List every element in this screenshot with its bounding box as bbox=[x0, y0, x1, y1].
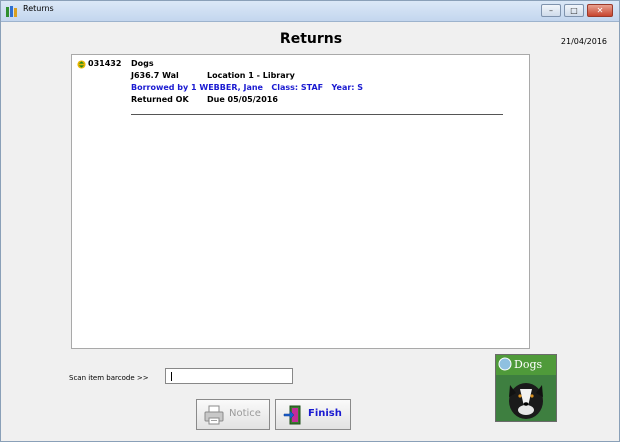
minimize-button[interactable]: – bbox=[541, 4, 561, 17]
item-title: Dogs bbox=[131, 59, 154, 68]
item-borrower: Borrowed by 1 WEBBER, Jane bbox=[131, 83, 263, 92]
maximize-button[interactable]: □ bbox=[564, 4, 584, 17]
item-divider bbox=[131, 114, 503, 115]
returns-list-panel[interactable]: 031432 Dogs J636.7 Wal Location 1 - Libra… bbox=[71, 54, 530, 349]
item-barcode: 031432 bbox=[88, 59, 122, 68]
notice-button[interactable]: Notice bbox=[196, 399, 270, 430]
minimize-icon: – bbox=[549, 6, 553, 15]
books-icon bbox=[6, 6, 17, 17]
item-location: Location 1 - Library bbox=[207, 71, 295, 80]
scan-barcode-input[interactable] bbox=[165, 368, 293, 384]
cover-title: Dogs bbox=[514, 358, 543, 371]
printer-icon bbox=[204, 405, 224, 425]
item-status: Returned OK bbox=[131, 95, 189, 104]
item-year: Year: S bbox=[331, 83, 364, 92]
exit-door-icon bbox=[283, 405, 301, 425]
returns-window: Returns – □ ✕ Returns 21/04/2016 031432 … bbox=[0, 0, 620, 442]
notice-label: Notice bbox=[229, 408, 261, 419]
page-title: Returns bbox=[279, 31, 343, 47]
window-title: Returns bbox=[23, 4, 54, 13]
item-status-row: Returned OK Due 05/05/2016 bbox=[131, 95, 278, 104]
close-icon: ✕ bbox=[596, 6, 604, 15]
finish-button[interactable]: Finish bbox=[275, 399, 351, 430]
item-class: Class: STAF bbox=[271, 83, 324, 92]
current-date: 21/04/2016 bbox=[560, 37, 607, 46]
book-cover-image: Dogs bbox=[495, 354, 557, 422]
maximize-icon: □ bbox=[570, 6, 578, 15]
text-caret bbox=[171, 372, 172, 381]
arrows-icon bbox=[77, 60, 86, 69]
close-button[interactable]: ✕ bbox=[587, 4, 613, 17]
item-due-date: Due 05/05/2016 bbox=[207, 95, 278, 104]
item-borrower-row: Borrowed by 1 WEBBER, Jane Class: STAF Y… bbox=[131, 83, 363, 92]
item-call-number: J636.7 Wal bbox=[131, 71, 179, 80]
finish-label: Finish bbox=[308, 408, 342, 419]
title-bar[interactable]: Returns – □ ✕ bbox=[1, 1, 619, 22]
scan-barcode-label: Scan item barcode >> bbox=[69, 374, 149, 382]
item-shelf-row: J636.7 Wal Location 1 - Library bbox=[131, 71, 295, 80]
